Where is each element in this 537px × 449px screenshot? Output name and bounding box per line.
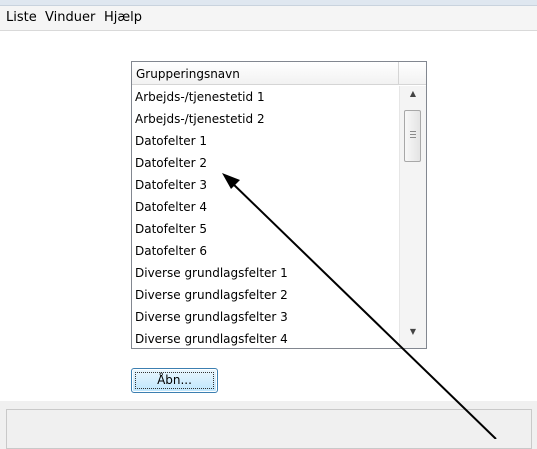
- list-item[interactable]: Diverse grundlagsfelter 3: [132, 306, 399, 328]
- grip-line: [410, 137, 416, 138]
- scroll-up-arrow-icon[interactable]: ▲: [400, 89, 426, 107]
- vertical-scrollbar[interactable]: ▲ ▼: [399, 86, 426, 348]
- list-item[interactable]: Datofelter 3: [132, 174, 399, 196]
- scroll-down-arrow-icon[interactable]: ▼: [400, 327, 426, 345]
- menu-vinduer[interactable]: Vinduer: [45, 10, 95, 25]
- list-item[interactable]: Datofelter 2: [132, 152, 399, 174]
- column-header-filler: [399, 62, 426, 85]
- column-header-label: Grupperingsnavn: [136, 67, 240, 81]
- menu-hjaelp[interactable]: Hjælp: [104, 10, 142, 25]
- grouping-list[interactable]: Grupperingsnavn Arbejds-/tjenestetid 1 A…: [131, 61, 427, 349]
- grip-line: [410, 131, 416, 132]
- open-button[interactable]: Åbn...: [131, 368, 218, 393]
- list-item[interactable]: Diverse grundlagsfelter 2: [132, 284, 399, 306]
- list-rows: Arbejds-/tjenestetid 1 Arbejds-/tjeneste…: [132, 86, 399, 348]
- list-item[interactable]: Datofelter 4: [132, 196, 399, 218]
- list-item[interactable]: Arbejds-/tjenestetid 1: [132, 86, 399, 108]
- list-item[interactable]: Diverse grundlagsfelter 1: [132, 262, 399, 284]
- scrollbar-thumb[interactable]: [404, 110, 421, 162]
- status-panel: [6, 409, 532, 449]
- menu-bar: Liste Vinduer Hjælp: [0, 6, 537, 31]
- column-header-grupperingsnavn[interactable]: Grupperingsnavn: [132, 62, 399, 85]
- list-item[interactable]: Datofelter 1: [132, 130, 399, 152]
- list-item[interactable]: Arbejds-/tjenestetid 2: [132, 108, 399, 130]
- menu-liste[interactable]: Liste: [6, 10, 37, 25]
- list-item[interactable]: Datofelter 5: [132, 218, 399, 240]
- list-item[interactable]: Datofelter 6: [132, 240, 399, 262]
- open-button-label: Åbn...: [157, 373, 192, 387]
- grip-line: [410, 134, 416, 135]
- list-item[interactable]: Diverse grundlagsfelter 4: [132, 328, 399, 348]
